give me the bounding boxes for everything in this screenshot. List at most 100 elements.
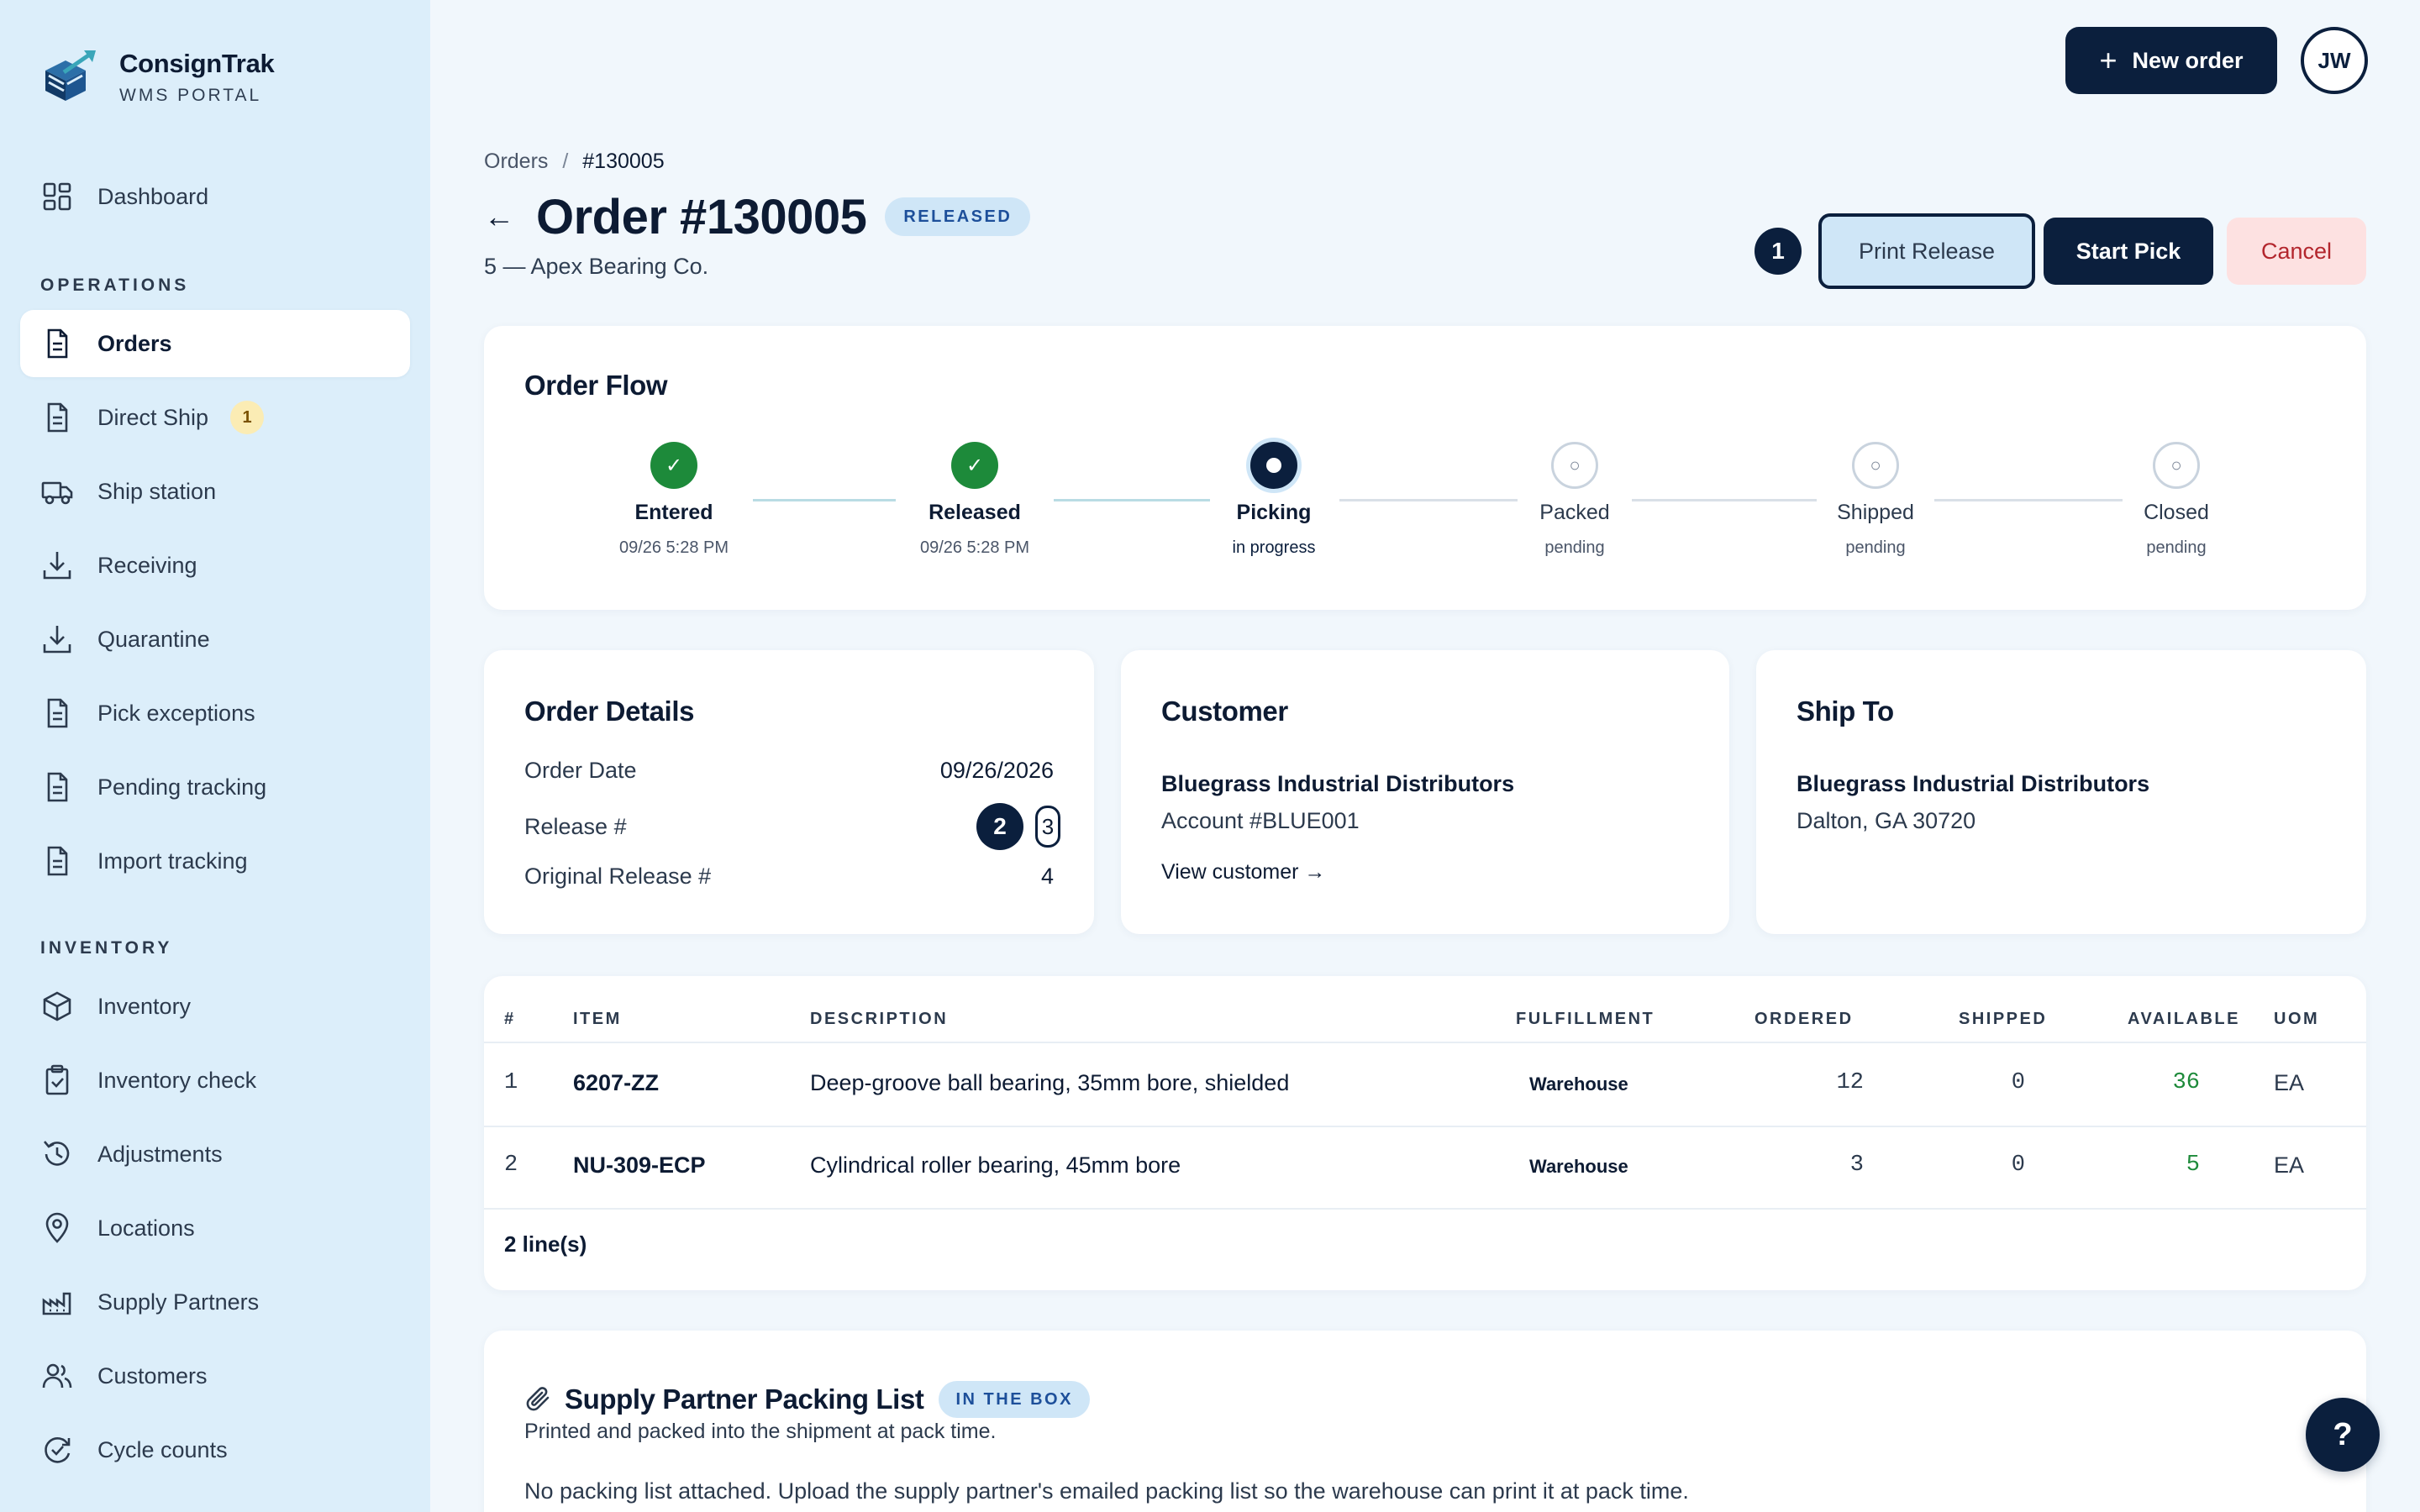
order-details-title: Order Details <box>524 696 695 727</box>
sidebar-item-label: Customers <box>97 1362 208 1389</box>
document-icon <box>47 772 68 802</box>
sidebar-item-dashboard[interactable]: Dashboard <box>20 163 410 230</box>
sidebar-item-cycle-counts[interactable]: Cycle counts <box>20 1416 410 1483</box>
sidebar-item-orders[interactable]: Orders <box>20 310 410 377</box>
document-icon <box>47 698 68 728</box>
document-icon <box>47 846 68 876</box>
sidebar-item-inventory[interactable]: Inventory <box>20 973 410 1040</box>
start-pick-button[interactable]: Start Pick <box>2044 218 2213 285</box>
release-row: Release # 2 3 <box>524 803 1060 850</box>
sidebar-item-direct-ship[interactable]: Direct Ship 1 <box>20 384 410 451</box>
status-badge: RELEASED <box>885 197 1031 236</box>
flow-step-label: Released <box>929 501 1021 524</box>
item-description: Cylindrical roller bearing, 45mm bore <box>810 1152 1181 1178</box>
uom-value: EA <box>2274 1152 2305 1178</box>
brand-name: ConsignTrak <box>119 49 275 78</box>
line-count: 2 line(s) <box>504 1231 587 1257</box>
column-header: ITEM <box>573 1010 622 1028</box>
breadcrumb-current: #130005 <box>582 150 665 173</box>
current-step-dot-icon <box>1250 442 1297 489</box>
column-header: # <box>504 1010 516 1028</box>
sidebar-item-label: Receiving <box>97 552 197 578</box>
factory-icon <box>42 1292 71 1315</box>
line-number: 1 <box>504 1070 518 1095</box>
document-icon <box>47 402 68 433</box>
sidebar-item-label: Pending tracking <box>97 774 267 800</box>
in-the-box-badge: IN THE BOX <box>939 1381 1090 1418</box>
sidebar-item-pick-exceptions[interactable]: Pick exceptions <box>20 680 410 747</box>
sidebar-item-pending-tracking[interactable]: Pending tracking <box>20 753 410 821</box>
order-subtitle: 5 — Apex Bearing Co. <box>484 254 709 279</box>
breadcrumb-link-orders[interactable]: Orders <box>484 150 548 173</box>
clipboard-check-icon <box>45 1064 69 1095</box>
release-value[interactable]: 3 <box>1035 806 1060 848</box>
available-value: 5 <box>2186 1152 2200 1178</box>
row-divider <box>484 1208 2366 1210</box>
consigntrak-logo-icon <box>45 50 96 101</box>
sidebar-item-quarantine[interactable]: Quarantine <box>20 606 410 673</box>
original-release-row: Original Release # 4 <box>524 864 1054 890</box>
sidebar-item-adjustments[interactable]: Adjustments <box>20 1121 410 1188</box>
sidebar-item-label: Pick exceptions <box>97 700 255 726</box>
sidebar-item-label: Orders <box>97 330 172 356</box>
user-avatar[interactable]: JW <box>2301 27 2368 94</box>
view-customer-link[interactable]: View customer → <box>1161 860 1325 885</box>
sidebar-item-label: Import tracking <box>97 848 248 874</box>
sidebar-item-inventory-check[interactable]: Inventory check <box>20 1047 410 1114</box>
flow-step-shipped: ○ Shipped pending <box>1775 442 1976 558</box>
flow-step-released: ✓ Released 09/26 5:28 PM <box>874 442 1076 558</box>
flow-step-closed: ○ Closed pending <box>2075 442 2277 558</box>
check-icon: ✓ <box>951 442 998 489</box>
row-divider <box>484 1042 2366 1043</box>
customer-account: Account #BLUE001 <box>1161 808 1360 833</box>
ship-to-address: Dalton, GA 30720 <box>1797 808 1976 833</box>
sidebar-item-locations[interactable]: Locations <box>20 1194 410 1262</box>
flow-step-sub: 09/26 5:28 PM <box>618 538 729 557</box>
help-button[interactable]: ? <box>2306 1398 2380 1472</box>
flow-step-sub: pending <box>1544 538 1605 557</box>
sidebar-item-ship-station[interactable]: Ship station <box>20 458 410 525</box>
sidebar-item-label: Direct Ship <box>97 404 209 430</box>
brand[interactable]: ConsignTrak WMS PORTAL <box>40 47 275 108</box>
sidebar: ConsignTrak WMS PORTAL Dashboard OPERATI… <box>0 0 430 1512</box>
item-code[interactable]: NU-309-ECP <box>573 1152 706 1179</box>
sidebar-item-label: Quarantine <box>97 626 210 652</box>
uom-value: EA <box>2274 1070 2305 1095</box>
shipped-value: 0 <box>2011 1152 2025 1178</box>
column-header: ORDERED <box>1754 1010 1854 1028</box>
ordered-value: 3 <box>1849 1152 1864 1178</box>
flow-step-sub: pending <box>2146 538 2207 557</box>
sidebar-item-label: Ship station <box>97 478 217 504</box>
print-release-button[interactable]: Print Release <box>1818 213 2035 289</box>
customer-card: Customer Bluegrass Industrial Distributo… <box>1121 650 1729 934</box>
page-title: Order #130005 <box>536 189 867 244</box>
cancel-button[interactable]: Cancel <box>2227 218 2366 285</box>
title-row: ← Order #130005 RELEASED <box>484 186 1031 247</box>
sidebar-item-receiving[interactable]: Receiving <box>20 532 410 599</box>
column-header: SHIPPED <box>1959 1010 2048 1028</box>
paperclip-icon <box>526 1387 550 1411</box>
ordered-value: 12 <box>1836 1070 1864 1095</box>
packing-list-card: Supply Partner Packing List IN THE BOX P… <box>484 1331 2366 1512</box>
sidebar-item-supply-partners[interactable]: Supply Partners <box>20 1268 410 1336</box>
new-order-button[interactable]: + New order <box>2065 27 2277 94</box>
pending-circle-icon: ○ <box>2153 442 2200 489</box>
back-arrow-icon[interactable]: ← <box>484 199 514 234</box>
packing-list-title: Supply Partner Packing List <box>565 1383 924 1415</box>
sidebar-item-import-tracking[interactable]: Import tracking <box>20 827 410 895</box>
packing-list-subtitle: Printed and packed into the shipment at … <box>524 1420 997 1443</box>
sidebar-item-customers[interactable]: Customers <box>20 1342 410 1410</box>
order-date-label: Order Date <box>524 758 637 783</box>
customer-name: Bluegrass Industrial Distributors <box>1161 771 1515 796</box>
check-icon: ✓ <box>650 442 697 489</box>
item-code[interactable]: 6207-ZZ <box>573 1070 659 1096</box>
order-flow-card: Order Flow ✓ Entered 09/26 5:28 PM ✓ Rel… <box>484 326 2366 610</box>
new-order-label: New order <box>2132 47 2244 73</box>
section-heading-operations: OPERATIONS <box>40 276 190 295</box>
column-header: FULFILLMENT <box>1516 1010 1655 1028</box>
shipped-value: 0 <box>2011 1070 2025 1095</box>
ship-to-card: Ship To Bluegrass Industrial Distributor… <box>1756 650 2366 934</box>
annotation-marker-2: 2 <box>976 803 1023 850</box>
pending-circle-icon: ○ <box>1551 442 1598 489</box>
original-release-label: Original Release # <box>524 864 712 889</box>
